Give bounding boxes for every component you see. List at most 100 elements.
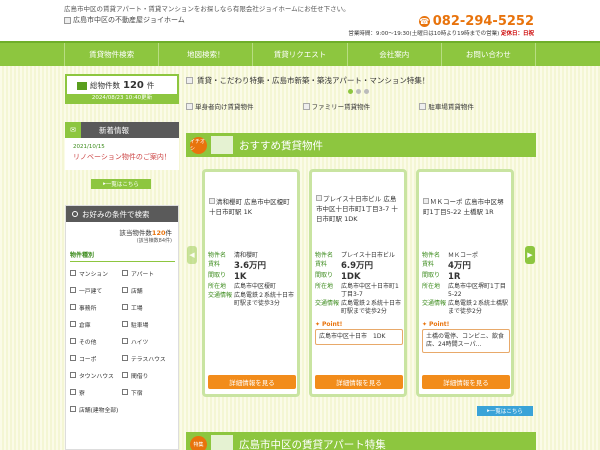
hit-count: 該当物件数120件 — [119, 229, 172, 237]
checkbox-icon[interactable] — [122, 338, 128, 344]
slider-dot[interactable] — [356, 89, 361, 94]
type-checkbox[interactable]: 工場 — [122, 300, 174, 314]
property-type-heading: 物件種別 — [70, 250, 175, 262]
slider-dot[interactable] — [364, 89, 369, 94]
checkbox-icon[interactable] — [70, 406, 76, 412]
recommend-more-button[interactable]: ▸ 一覧はこちら — [477, 406, 533, 416]
feature-banner[interactable]: 賃貸・こだわり特集・広島市新築・築浅アパート・マンション特集！ — [186, 74, 536, 86]
checkbox-icon[interactable] — [122, 270, 128, 276]
broken-image-icon — [423, 198, 429, 204]
checkbox-icon[interactable] — [70, 355, 76, 361]
type-checkbox[interactable]: 事務所 — [70, 300, 122, 314]
type-checkbox[interactable]: 寮 — [70, 385, 122, 399]
property-layout: 1R — [448, 272, 461, 282]
carousel-next-button[interactable]: ▶ — [525, 246, 535, 264]
property-access: 広島電鉄２系統十日市町駅まで徒歩3分 — [234, 292, 295, 307]
news-more-button[interactable]: ▸ 一覧はこちら — [91, 179, 151, 189]
property-rent: 4万円 — [448, 261, 471, 271]
type-checkbox[interactable]: アパート — [122, 266, 174, 280]
main-nav: 賃貸物件検索 地図検索！ 賃貸リクエスト 会社案内 お問い合わせ — [0, 41, 600, 66]
ichioshi-badge: イチオシ — [190, 136, 207, 154]
checkbox-icon[interactable] — [70, 304, 76, 310]
checkbox-icon[interactable] — [70, 321, 76, 327]
chat-icon: ✉ — [65, 122, 81, 138]
site-logo[interactable]: 広島市中区の不動産屋ジョイホーム — [64, 15, 185, 25]
checkbox-icon[interactable] — [70, 338, 76, 344]
broken-image-icon — [186, 76, 193, 84]
type-checkbox[interactable]: 店舗 — [122, 283, 174, 297]
type-checkbox[interactable]: ハイツ — [122, 334, 174, 348]
property-name: 清和櫻町 — [234, 252, 259, 259]
checkbox-icon[interactable] — [70, 372, 76, 378]
nav-item-request[interactable]: 賃貸リクエスト — [253, 43, 348, 66]
detail-button[interactable]: 詳細情報を見る — [315, 375, 403, 389]
type-checkbox[interactable]: 間借り — [122, 368, 174, 382]
slider-dot[interactable] — [348, 89, 353, 94]
property-name: ＭＫコーポ — [448, 252, 479, 259]
phone-icon: ☎ — [418, 16, 430, 27]
type-checkbox[interactable]: 店舗(建物全部) — [70, 402, 174, 416]
property-card: ＭＫコーポ 広島市中区堺町1丁目5-22 土橋駅 1R 物件名 ＭＫコーポ 賃料 4… — [416, 169, 514, 397]
checkbox-icon[interactable] — [122, 372, 128, 378]
type-checkbox[interactable]: テラスハウス — [122, 351, 174, 365]
type-checkbox[interactable]: 倉庫 — [70, 317, 122, 331]
phone-text: 082-294-5252 — [432, 14, 534, 29]
checkbox-icon[interactable] — [70, 389, 76, 395]
building-icon — [211, 136, 233, 154]
checkbox-icon[interactable] — [70, 270, 76, 276]
checkbox-icon[interactable] — [122, 304, 128, 310]
business-hours: 営業時間：9:00～19:30(土曜日は10時より19時までの営業) 定休日：日… — [348, 31, 534, 37]
checkbox-icon[interactable] — [122, 321, 128, 327]
special-badge: 特集 — [190, 435, 207, 450]
detail-button[interactable]: 詳細情報を見る — [208, 375, 296, 389]
property-rent: 3.6万円 — [234, 261, 267, 271]
banner-alt-text: 賃貸・こだわり特集・広島市新築・築浅アパート・マンション特集！ — [197, 75, 430, 85]
detail-button[interactable]: 詳細情報を見る — [422, 375, 510, 389]
nav-item-company[interactable]: 会社案内 — [348, 43, 442, 66]
nav-item-search[interactable]: 賃貸物件検索 — [64, 43, 160, 66]
category-family[interactable]: ファミリー賃貸物件 — [302, 101, 420, 111]
broken-image-icon — [316, 195, 322, 201]
type-checkbox[interactable]: タウンハウス — [70, 368, 122, 382]
nav-item-map[interactable]: 地図検索！ — [159, 43, 254, 66]
search-panel: お好みの条件で検索 該当物件数120件 (該当棟数84件) 物件種別 マンション… — [65, 205, 179, 450]
type-checkbox[interactable]: コーポ — [70, 351, 122, 365]
news-box: ✉ 新着情報 2021/10/15 リノベーション物件のご案内！ — [65, 122, 179, 170]
phone-number[interactable]: ☎ 082-294-5252 — [418, 14, 534, 29]
property-address: 広島市中区堺町1丁目5-22 — [448, 283, 506, 298]
type-checkbox[interactable]: 一戸建て — [70, 283, 122, 297]
property-image[interactable]: 清和櫻町 広島市中区榎町 十日市町駅 1K — [209, 197, 295, 217]
phone-hand-icon — [211, 435, 233, 450]
broken-image-icon — [419, 102, 427, 110]
logo-alt-text: 広島市中区の不動産屋ジョイホーム — [73, 16, 185, 24]
property-card: プレイス十日市ビル 広島市中区十日市町1丁目3-7 十日市町駅 1DK 物件名プ… — [309, 169, 407, 397]
type-checkbox[interactable]: 下宿 — [122, 385, 174, 399]
type-checkbox[interactable]: その他 — [70, 334, 122, 348]
point-text: 土橋の電停、コンビニ、飲食店、24時間スーパ... — [422, 329, 510, 353]
carousel-prev-button[interactable]: ◀ — [187, 246, 197, 264]
checkbox-icon[interactable] — [122, 287, 128, 293]
checkbox-icon[interactable] — [70, 287, 76, 293]
checkbox-icon[interactable] — [122, 355, 128, 361]
category-parking[interactable]: 駐車場賃貸物件 — [419, 101, 536, 111]
special-heading: 広島市中区の賃貸アパート特集 — [239, 438, 386, 450]
property-type-options: マンション アパート 一戸建て 店舗 事務所 工場 倉庫 駐車場 その他 ハイツ… — [70, 266, 178, 416]
news-heading: 新着情報 — [99, 125, 129, 135]
property-image[interactable]: プレイス十日市ビル 広島市中区十日市町1丁目3-7 十日市町駅 1DK — [316, 194, 402, 224]
checkbox-icon[interactable] — [122, 389, 128, 395]
property-layout: 1K — [234, 272, 247, 282]
type-checkbox[interactable]: 駐車場 — [122, 317, 174, 331]
type-checkbox[interactable]: マンション — [70, 266, 122, 280]
house-icon — [77, 81, 87, 90]
slider-dots — [348, 89, 369, 94]
property-image[interactable]: ＭＫコーポ 広島市中区堺町1丁目5-22 土橋駅 1R — [423, 197, 509, 217]
count-updated: 2024/08/23 10:40更新 — [67, 94, 177, 102]
special-heading-bar: 特集 広島市中区の賃貸アパート特集 — [186, 432, 536, 450]
broken-image-icon — [209, 198, 215, 204]
search-heading: お好みの条件で検索 — [82, 209, 150, 219]
property-rent: 6.9万円 — [341, 261, 374, 271]
point-label: ✦ Point! — [422, 321, 450, 328]
category-single[interactable]: 単身者向け賃貸物件 — [186, 101, 303, 111]
news-link[interactable]: リノベーション物件のご案内！ — [73, 152, 179, 162]
nav-item-contact[interactable]: お問い合わせ — [442, 43, 537, 66]
